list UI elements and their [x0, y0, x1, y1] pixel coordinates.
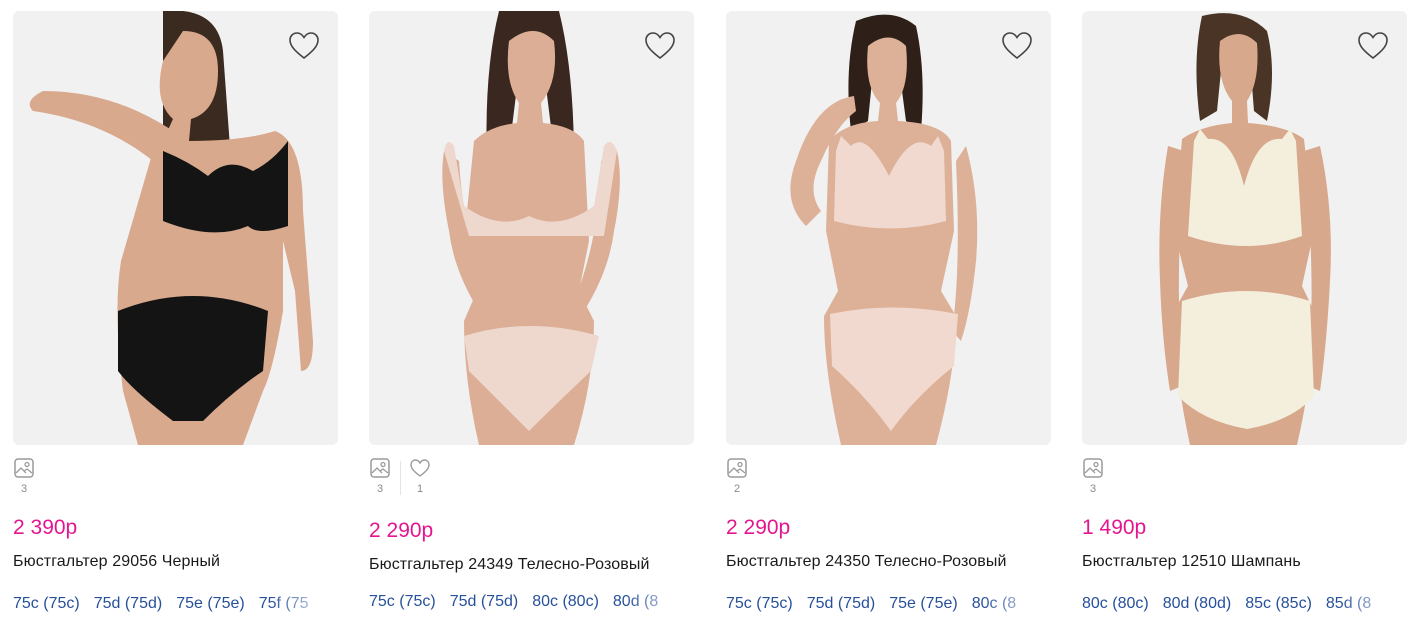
product-grid: 3 2 390р Бюстгальтер 29056 Черный 75c (7…: [0, 0, 1417, 642]
model-figure: [442, 11, 620, 445]
size-option[interactable]: 80d (80d): [1163, 595, 1232, 613]
product-name[interactable]: Бюстгальтер 24350 Телесно-Розовый: [726, 553, 1051, 571]
image-gallery-icon: [1083, 458, 1103, 478]
product-image[interactable]: [726, 11, 1051, 445]
favorite-heart-icon[interactable]: [288, 31, 320, 61]
product-meta: 3: [13, 457, 338, 513]
product-meta: 3: [1082, 457, 1407, 513]
size-option[interactable]: 75f (75: [259, 595, 309, 613]
model-figure: [1159, 13, 1331, 445]
photo-count[interactable]: 3: [1082, 457, 1104, 495]
product-image[interactable]: [13, 11, 338, 445]
favorite-heart-icon[interactable]: [1357, 31, 1389, 61]
size-option[interactable]: 85c (85c): [1245, 595, 1312, 613]
size-option[interactable]: 75d (75d): [807, 595, 876, 613]
size-option[interactable]: 75c (75c): [13, 595, 80, 613]
product-card[interactable]: 3 1 490р Бюстгальтер 12510 Шампань 80c (…: [1082, 11, 1417, 617]
photo-count-value: 2: [733, 483, 741, 495]
size-list: 75c (75c) 75d (75d) 80c (80c) 80d (8: [369, 593, 705, 615]
product-price: 2 290р: [369, 519, 434, 542]
product-meta: 2: [726, 457, 1051, 513]
size-option[interactable]: 75e (75e): [176, 595, 245, 613]
photo-count-value: 3: [20, 483, 28, 495]
size-option[interactable]: 80c (80c): [532, 593, 599, 611]
product-price: 2 390р: [13, 516, 78, 539]
size-option[interactable]: 75d (75d): [450, 593, 519, 611]
meta-divider: [400, 461, 401, 495]
size-option[interactable]: 85d (8: [1326, 595, 1371, 613]
image-gallery-icon: [370, 458, 390, 478]
image-gallery-icon: [727, 458, 747, 478]
size-option[interactable]: 75c (75c): [726, 595, 793, 613]
size-option[interactable]: 75e (75e): [889, 595, 958, 613]
photo-count[interactable]: 3: [13, 457, 35, 495]
product-meta: 3 1: [369, 457, 694, 513]
size-list: 80c (80c) 80d (80d) 85c (85c) 85d (8: [1082, 595, 1417, 617]
product-card[interactable]: 3 1 2 290р Бюстгальтер 24349 Телесно-Роз…: [369, 11, 705, 615]
product-name[interactable]: Бюстгальтер 24349 Телесно-Розовый: [369, 556, 694, 574]
size-option[interactable]: 75c (75c): [369, 593, 436, 611]
size-list: 75c (75c) 75d (75d) 75e (75e) 80c (8: [726, 595, 1062, 617]
model-figure: [790, 14, 978, 445]
photo-count[interactable]: 3: [369, 457, 391, 495]
product-name[interactable]: Бюстгальтер 29056 Черный: [13, 553, 338, 571]
product-image[interactable]: [1082, 11, 1407, 445]
photo-count[interactable]: 2: [726, 457, 748, 495]
favorite-heart-icon[interactable]: [644, 31, 676, 61]
size-list: 75c (75c) 75d (75d) 75e (75e) 75f (75: [13, 595, 349, 617]
size-option[interactable]: 80d (8: [613, 593, 658, 611]
size-option[interactable]: 80c (8: [972, 595, 1016, 613]
photo-count-value: 3: [1089, 483, 1097, 495]
favorite-heart-icon[interactable]: [1001, 31, 1033, 61]
product-card[interactable]: 2 2 290р Бюстгальтер 24350 Телесно-Розов…: [726, 11, 1062, 617]
heart-icon: [410, 459, 430, 477]
like-count[interactable]: 1: [409, 457, 431, 495]
product-card[interactable]: 3 2 390р Бюстгальтер 29056 Черный 75c (7…: [13, 11, 349, 617]
like-count-value: 1: [416, 483, 424, 495]
product-price: 1 490р: [1082, 516, 1147, 539]
product-image[interactable]: [369, 11, 694, 445]
size-option[interactable]: 80c (80c): [1082, 595, 1149, 613]
product-price: 2 290р: [726, 516, 791, 539]
size-option[interactable]: 75d (75d): [94, 595, 163, 613]
photo-count-value: 3: [376, 483, 384, 495]
product-name[interactable]: Бюстгальтер 12510 Шампань: [1082, 553, 1407, 571]
image-gallery-icon: [14, 458, 34, 478]
model-figure: [29, 11, 313, 445]
